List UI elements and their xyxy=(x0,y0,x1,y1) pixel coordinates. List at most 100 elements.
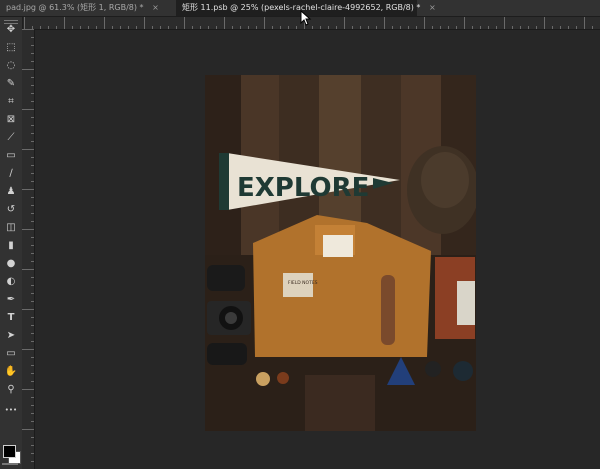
ruler-tick xyxy=(280,26,281,29)
gradient-tool-icon[interactable]: ▮ xyxy=(3,238,19,254)
ruler-tick xyxy=(560,26,561,29)
ruler-tick xyxy=(576,26,577,29)
move-tool-icon[interactable]: ✥ xyxy=(3,22,19,38)
ruler-tick xyxy=(31,141,34,142)
ruler-tick xyxy=(496,26,497,29)
rectangle-tool-icon[interactable]: ▭ xyxy=(3,346,19,362)
ruler-tick xyxy=(152,26,153,29)
dodge-tool-icon[interactable]: ◐ xyxy=(3,274,19,290)
ruler-tick xyxy=(31,261,34,262)
binoculars xyxy=(207,265,245,291)
tab-pad-jpg[interactable]: pad.jpg @ 61.3% (矩形 1, RGB/8) * × xyxy=(0,0,176,16)
ruler-tick xyxy=(31,125,34,126)
pennant-text: EXPLORE xyxy=(237,173,369,203)
ruler-tick xyxy=(400,26,401,29)
lasso-tool-icon[interactable]: ◌ xyxy=(3,58,19,74)
close-icon[interactable]: × xyxy=(152,3,159,12)
eraser-tool-icon[interactable]: ◫ xyxy=(3,220,19,236)
marquee-tool-icon[interactable]: ⬚ xyxy=(3,40,19,56)
ruler-tick xyxy=(31,93,34,94)
ruler-tick xyxy=(56,26,57,29)
zoom-tool-icon[interactable]: ⚲ xyxy=(3,382,19,398)
ruler-tick xyxy=(392,26,393,29)
ruler-tick xyxy=(31,357,34,358)
ruler-tick xyxy=(31,325,34,326)
ruler-tick xyxy=(31,277,34,278)
crop-tool-icon[interactable]: ⌗ xyxy=(3,94,19,110)
ruler-tick xyxy=(456,26,457,29)
ruler-tick xyxy=(31,165,34,166)
blur-tool-icon[interactable]: ● xyxy=(3,256,19,272)
ruler-tick xyxy=(22,149,34,150)
ruler-tick xyxy=(272,26,273,29)
ruler-tick xyxy=(31,461,34,462)
foreground-color-swatch[interactable] xyxy=(3,445,16,458)
ruler-tick xyxy=(536,26,537,29)
boots xyxy=(305,375,375,431)
ruler-tick xyxy=(31,53,34,54)
ruler-tick xyxy=(144,17,145,29)
ruler-tick xyxy=(408,26,409,29)
path-select-tool-icon[interactable]: ➤ xyxy=(3,328,19,344)
brush-tool-icon[interactable]: ∕ xyxy=(3,166,19,182)
ruler-tick xyxy=(31,181,34,182)
ruler-tick xyxy=(31,341,34,342)
ruler-tick xyxy=(24,17,25,29)
ruler-tick xyxy=(31,373,34,374)
ruler-tick xyxy=(184,17,185,29)
horizontal-ruler[interactable] xyxy=(24,17,600,30)
hand-tool-icon[interactable]: ✋ xyxy=(3,364,19,380)
ruler-tick xyxy=(31,421,34,422)
ruler-tick xyxy=(504,17,505,29)
ruler-tick xyxy=(200,26,201,29)
healing-brush-tool-icon[interactable]: ▭ xyxy=(3,148,19,164)
more-tools-icon[interactable]: ••• xyxy=(3,402,19,418)
notebook-text: FIELD NOTES xyxy=(288,280,318,286)
clone-stamp-tool-icon[interactable]: ♟ xyxy=(3,184,19,200)
ruler-tick xyxy=(336,26,337,29)
ruler-tick xyxy=(31,237,34,238)
ruler-tick xyxy=(136,26,137,29)
ruler-tick xyxy=(328,26,329,29)
ruler-tick xyxy=(22,69,34,70)
ruler-tick xyxy=(31,301,34,302)
close-icon[interactable]: × xyxy=(429,3,436,12)
ruler-tick xyxy=(384,17,385,29)
ruler-tick xyxy=(31,333,34,334)
ruler-tick xyxy=(264,17,265,29)
document-canvas[interactable]: EXPLORE FIELD NOTES xyxy=(205,75,476,431)
ruler-tick xyxy=(31,61,34,62)
ruler-tick xyxy=(31,381,34,382)
pen-tool-icon[interactable]: ✒ xyxy=(3,292,19,308)
tab-title: pad.jpg @ 61.3% (矩形 1, RGB/8) * xyxy=(6,3,144,12)
ruler-tick xyxy=(512,26,513,29)
vertical-ruler[interactable] xyxy=(22,29,35,469)
ruler-tick xyxy=(232,26,233,29)
ruler-tick xyxy=(31,437,34,438)
history-brush-tool-icon[interactable]: ↺ xyxy=(3,202,19,218)
tab-psb-document[interactable]: 矩形 11.psb @ 25% (pexels-rachel-claire-49… xyxy=(176,0,436,16)
ruler-tick xyxy=(31,213,34,214)
ruler-tick xyxy=(352,26,353,29)
ruler-tick xyxy=(544,17,545,29)
quick-mask-icon[interactable] xyxy=(2,463,18,465)
ruler-tick xyxy=(22,29,34,30)
ruler-tick xyxy=(31,205,34,206)
eyedropper-tool-icon[interactable]: ⟋ xyxy=(3,130,19,146)
quick-select-tool-icon[interactable]: ✎ xyxy=(3,76,19,92)
ruler-tick xyxy=(31,221,34,222)
ruler-tick xyxy=(368,26,369,29)
ruler-tick xyxy=(528,26,529,29)
ruler-tick xyxy=(31,397,34,398)
ruler-tick xyxy=(464,17,465,29)
ruler-tick xyxy=(520,26,521,29)
ruler-tick xyxy=(31,285,34,286)
ruler-tick xyxy=(72,26,73,29)
ruler-tick xyxy=(31,453,34,454)
type-tool-icon[interactable]: T xyxy=(3,310,19,326)
frame-tool-icon[interactable]: ⊠ xyxy=(3,112,19,128)
ruler-tick xyxy=(376,26,377,29)
ruler-tick xyxy=(31,365,34,366)
ruler-tick xyxy=(31,157,34,158)
ruler-tick xyxy=(31,253,34,254)
